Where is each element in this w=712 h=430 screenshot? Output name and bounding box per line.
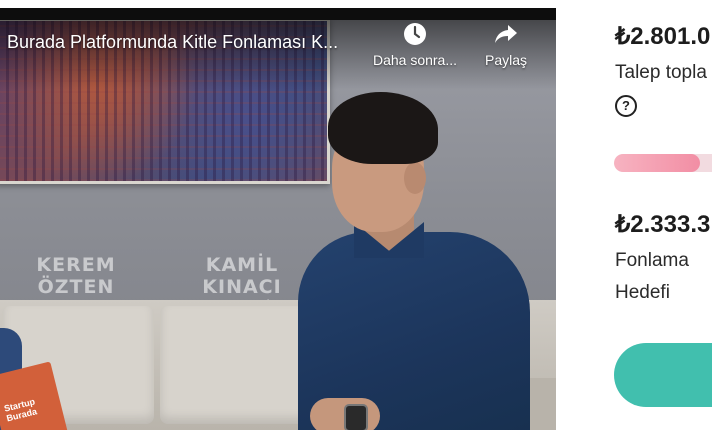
share-button[interactable]: Paylaş bbox=[458, 22, 554, 68]
wristwatch bbox=[344, 404, 368, 430]
target-label: Fonlama bbox=[615, 250, 689, 271]
share-label: Paylaş bbox=[484, 52, 528, 68]
funding-progress-fill bbox=[614, 154, 700, 172]
hair bbox=[328, 92, 438, 164]
ear bbox=[404, 162, 426, 194]
booklet-text: Startup Burada bbox=[3, 396, 38, 424]
watch-later-button[interactable]: Daha sonra... bbox=[367, 22, 463, 68]
watch-later-label: Daha sonra... bbox=[372, 52, 458, 68]
target-amount: ₺2.333.3 bbox=[615, 211, 711, 238]
video-player[interactable]: KEREM ÖZTEN STARTUP BURADA KAMİL KINACI … bbox=[0, 8, 556, 430]
collected-label: Talep topla bbox=[615, 62, 707, 83]
help-icon[interactable]: ? bbox=[615, 95, 637, 117]
video-top-strip bbox=[0, 8, 556, 20]
wall-name-text: KEREM ÖZTEN bbox=[36, 254, 116, 298]
video-title[interactable]: Burada Platformunda Kitle Fonlaması K... bbox=[7, 32, 338, 53]
target-label-second-line: Hedefi bbox=[615, 282, 670, 303]
collected-amount: ₺2.801.0 bbox=[615, 23, 711, 50]
funding-progress-bar bbox=[614, 154, 712, 172]
interviewee bbox=[262, 92, 542, 430]
share-arrow-icon bbox=[495, 25, 517, 43]
clock-icon bbox=[404, 23, 426, 45]
invest-button[interactable] bbox=[614, 343, 712, 407]
